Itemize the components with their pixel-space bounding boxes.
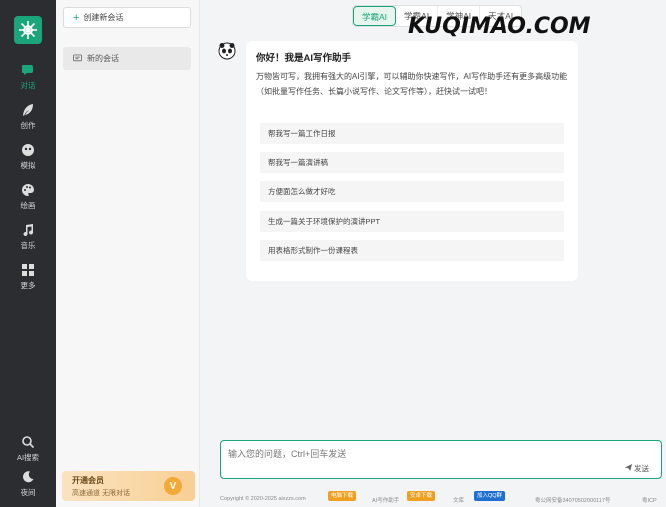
send-label: 发送 — [634, 464, 649, 473]
new-chat-button[interactable]: + 创建新会话 — [63, 7, 191, 28]
rail-item-simulate[interactable]: 模拟 — [0, 143, 56, 171]
conversation-sidebar: + 创建新会话 新的会话 — [56, 0, 200, 507]
conversation-title: 新的会话 — [87, 54, 119, 63]
conversation-item[interactable]: 新的会话 — [63, 47, 191, 70]
icp-record[interactable]: 粤ICP — [642, 496, 657, 504]
app-logo[interactable] — [14, 16, 42, 44]
rail-label: 模拟 — [20, 161, 36, 170]
rail-item-more[interactable]: 更多 — [0, 263, 56, 291]
send-icon — [624, 464, 632, 471]
pc-download-badge[interactable]: 电脑下载 — [328, 491, 357, 501]
vip-badge: V — [164, 477, 182, 495]
rail-label: 绘画 — [20, 201, 36, 210]
mask-icon — [22, 144, 34, 156]
rail-item-paint[interactable]: 绘画 — [0, 183, 56, 211]
plus-icon: + — [73, 11, 80, 24]
palette-icon — [22, 184, 34, 196]
chat-input-box: 发送 — [220, 440, 662, 479]
rail-label: 更多 — [20, 281, 36, 290]
android-download-badge[interactable]: 安卓下载 — [407, 491, 436, 501]
feather-icon — [23, 104, 33, 116]
search-icon — [22, 436, 35, 449]
rail-label: 对话 — [20, 81, 36, 90]
rail-label: AI搜索 — [16, 453, 40, 462]
send-button[interactable]: 发送 — [624, 463, 649, 474]
message-body: 万物皆可写，我拥有强大的AI引擎，可以辅助你快速写作，AI写作助手还有更多高级功… — [256, 72, 568, 96]
moon-icon — [22, 471, 34, 483]
suggestion-item[interactable]: 帮我写一篇演讲稿 — [260, 152, 564, 173]
message-icon — [73, 54, 82, 62]
nav-rail: 对话 创作 模拟 绘画 音乐 更多 AI搜索 夜间 — [0, 0, 56, 507]
chat-icon — [22, 65, 33, 75]
footer: Copyright © 2020-2025 aixzzs.com 电脑下载 AI… — [220, 491, 666, 507]
police-record[interactable]: 粤公网安备34070502000117号 — [535, 496, 610, 504]
rail-label: 创作 — [20, 121, 36, 130]
suggestion-item[interactable]: 生成一篇关于环境保护的演讲PPT — [260, 211, 564, 232]
watermark-logo: KUQIMAO.COM — [408, 14, 591, 39]
rail-label: 音乐 — [20, 241, 36, 250]
rail-item-night-mode[interactable]: 夜间 — [0, 470, 56, 498]
library-link[interactable]: 文库 — [453, 496, 464, 504]
message-title: 你好！我是AI写作助手 — [256, 53, 352, 64]
rail-item-music[interactable]: 音乐 — [0, 223, 56, 251]
assistant-avatar — [218, 42, 236, 60]
chat-input[interactable] — [228, 447, 608, 465]
rail-item-ai-search[interactable]: AI搜索 — [0, 435, 56, 463]
grid-icon — [22, 264, 34, 276]
copyright: Copyright © 2020-2025 aixzzs.com — [220, 496, 306, 502]
vip-banner[interactable]: 开通会员 高速通道 无限对话 V — [62, 471, 195, 501]
logo-icon — [19, 21, 37, 39]
suggestion-item[interactable]: 帮我写一篇工作日报 — [260, 123, 564, 144]
rail-item-chat[interactable]: 对话 — [0, 63, 56, 91]
ai-writer-link[interactable]: AI写作助手 — [372, 496, 399, 504]
assistant-message: 你好！我是AI写作助手 万物皆可写，我拥有强大的AI引擎，可以辅助你快速写作，A… — [246, 41, 578, 281]
rail-item-write[interactable]: 创作 — [0, 103, 56, 131]
suggestion-item[interactable]: 用表格形式制作一份课程表 — [260, 240, 564, 261]
qq-group-badge[interactable]: 加入QQ群 — [474, 491, 506, 501]
rail-label: 夜间 — [20, 488, 36, 497]
new-chat-label: 创建新会话 — [83, 13, 124, 22]
suggestion-item[interactable]: 方便面怎么做才好吃 — [260, 181, 564, 202]
music-note-icon — [23, 224, 34, 237]
tab-xueba[interactable]: 学霸AI — [353, 6, 397, 26]
